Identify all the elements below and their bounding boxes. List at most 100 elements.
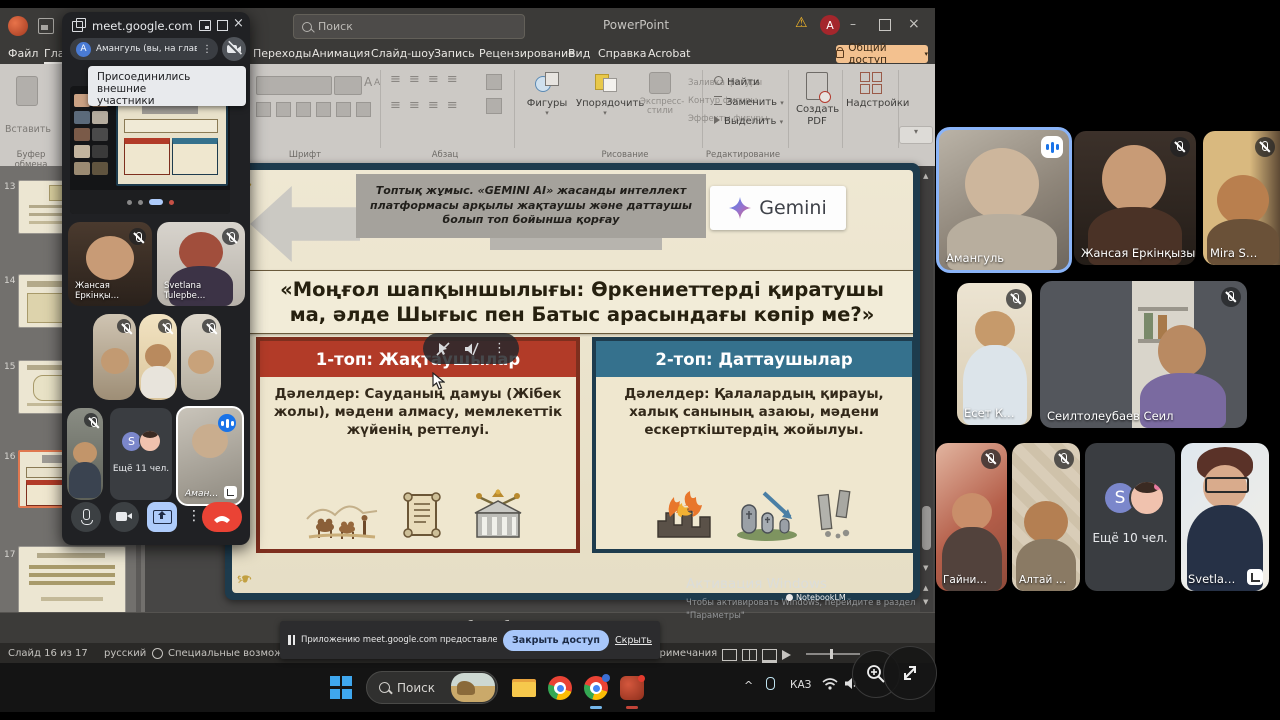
participant-tile[interactable]: Svetla… xyxy=(1181,443,1269,591)
participant-tile[interactable] xyxy=(181,314,221,400)
slide-title: «Моңғол шапқыншылығы: Өркениеттерді қира… xyxy=(249,277,913,328)
mouse-cursor xyxy=(432,372,445,390)
scroll-down-icon[interactable]: ▼ xyxy=(923,564,928,572)
select-button[interactable]: Выделить ▾ xyxy=(714,116,783,127)
chrome-icon[interactable] xyxy=(548,676,572,700)
expand-window-icon[interactable] xyxy=(217,20,228,31)
find-button[interactable]: Найти xyxy=(714,76,759,88)
participant-tile[interactable] xyxy=(67,408,103,500)
pause-share-icon[interactable] xyxy=(288,635,295,645)
addins-button[interactable]: Надстройки xyxy=(846,72,896,109)
start-button[interactable] xyxy=(330,676,354,700)
participant-tile[interactable]: Есет К… xyxy=(957,283,1032,425)
list-icons[interactable]: ≡≡≡≡ xyxy=(390,72,458,87)
grow-font-icon[interactable]: А xyxy=(364,75,372,89)
tab-record[interactable]: Запись xyxy=(434,47,475,60)
account-avatar[interactable]: А xyxy=(820,15,840,35)
ppt-search-box[interactable]: Поиск xyxy=(293,14,525,39)
participant-tile[interactable] xyxy=(93,314,136,400)
reading-view-icon[interactable] xyxy=(762,649,777,663)
close-button[interactable]: × xyxy=(908,16,920,32)
pip-expand-icon[interactable] xyxy=(224,486,237,499)
tray-chevron-up-icon[interactable]: ^ xyxy=(744,679,753,692)
normal-view-icon[interactable] xyxy=(722,649,737,661)
participant-tile[interactable] xyxy=(139,314,177,400)
keyboard-layout[interactable]: КАЗ xyxy=(790,679,811,691)
shrink-font-icon[interactable]: А xyxy=(374,78,380,88)
chrome-profile-icon[interactable] xyxy=(584,676,608,700)
replace-button[interactable]: Заменить ▾ xyxy=(714,96,784,108)
audio-off-icon[interactable] xyxy=(464,342,479,356)
overflow-participants-tile[interactable]: S Ещё 10 чел. xyxy=(1085,443,1175,591)
tab-review[interactable]: Рецензирование xyxy=(479,47,575,60)
shapes-button[interactable]: Фигуры ▾ xyxy=(524,72,570,117)
hangup-button[interactable] xyxy=(202,502,242,532)
save-icon[interactable] xyxy=(38,18,54,34)
participant-tile[interactable]: Svetlana Tulepbe… xyxy=(157,222,245,306)
create-pdf-button[interactable]: СоздатьPDF xyxy=(796,72,838,127)
tab-animations[interactable]: Анимация xyxy=(312,47,370,60)
warning-icon[interactable]: ⚠ xyxy=(795,15,808,31)
tab-acrobat[interactable]: Acrobat xyxy=(648,47,690,60)
hide-banner-link[interactable]: Скрыть xyxy=(615,635,652,646)
align-icons[interactable]: ≡≡≡≡ xyxy=(390,98,458,113)
tab-transitions[interactable]: Переходы xyxy=(253,47,311,60)
tab-view[interactable]: Вид xyxy=(568,47,590,60)
scroll-up-icon[interactable]: ▲ xyxy=(923,172,928,180)
arrange-button[interactable]: Упорядочить ▾ xyxy=(576,72,634,117)
maximize-button[interactable] xyxy=(879,19,891,31)
more-options-icon[interactable]: ⋮ xyxy=(493,341,506,356)
font-size-box[interactable] xyxy=(334,76,362,95)
participant-tile[interactable]: Жансая Еркінқы… xyxy=(68,222,152,306)
self-participant-pill[interactable]: А Амангуль (вы, на главном… ⋮ xyxy=(70,38,218,60)
camera-off-button[interactable] xyxy=(222,37,246,61)
pointer-off-icon[interactable] xyxy=(436,342,450,356)
fullscreen-overlay-button[interactable] xyxy=(883,646,937,700)
slide-thumbnail-17[interactable] xyxy=(18,546,126,614)
next-slide-icon[interactable]: ▼ xyxy=(923,598,928,606)
file-explorer-icon[interactable] xyxy=(512,676,536,700)
ribbon-collapse-button[interactable]: ▾ xyxy=(899,126,933,144)
scrollbar-thumb[interactable] xyxy=(922,506,931,550)
tab-file[interactable]: Файл xyxy=(8,47,38,60)
share-button[interactable]: Общий доступ ▾ xyxy=(836,45,928,63)
mic-button[interactable] xyxy=(71,502,101,532)
tab-help[interactable]: Справка xyxy=(598,47,646,60)
font-style-icons[interactable] xyxy=(256,102,371,117)
camera-button[interactable] xyxy=(109,502,139,532)
paste-button[interactable] xyxy=(12,76,42,118)
close-window-icon[interactable]: × xyxy=(233,16,244,31)
pip-expand-icon[interactable] xyxy=(1247,569,1263,585)
minimize-button[interactable]: – xyxy=(850,17,856,31)
canvas-scrollbar[interactable]: ▲ ▼ ▲ ▼ xyxy=(920,166,933,620)
more-options-icon[interactable]: ⋮ xyxy=(187,508,201,524)
participant-tile[interactable]: Жансая Еркінқызы xyxy=(1074,131,1196,265)
participant-name: Жансая Еркінқы… xyxy=(75,281,152,301)
participant-tile[interactable]: Амангуль xyxy=(936,127,1072,273)
text-direction-icon[interactable] xyxy=(486,74,502,90)
pip-mode-icon[interactable] xyxy=(199,20,211,31)
self-video-tile[interactable]: Аман… xyxy=(176,406,244,506)
powerpoint-taskbar-icon[interactable] xyxy=(620,676,644,700)
status-language[interactable]: русский xyxy=(104,648,146,659)
quick-styles-button[interactable]: Экспресс-стили xyxy=(640,72,680,117)
align-text-icon[interactable] xyxy=(486,98,502,114)
participant-tile[interactable]: Гайни… xyxy=(936,443,1007,591)
present-button[interactable] xyxy=(147,502,177,532)
slideshow-view-icon[interactable] xyxy=(782,650,791,660)
slide-sorter-view-icon[interactable] xyxy=(742,649,757,661)
zoom-slider[interactable] xyxy=(806,653,860,655)
taskbar-search-box[interactable]: Поиск xyxy=(366,671,498,704)
participant-tile[interactable]: Сеилтолеубаев Сеил xyxy=(1040,281,1247,428)
participant-tile[interactable]: Алтай … xyxy=(1012,443,1080,591)
tab-slideshow[interactable]: Слайд-шоу xyxy=(371,47,434,60)
more-vert-icon[interactable]: ⋮ xyxy=(202,44,212,55)
stop-sharing-button[interactable]: Закрыть доступ xyxy=(503,630,609,651)
tray-mic-icon[interactable] xyxy=(766,677,775,690)
font-name-box[interactable] xyxy=(256,76,332,95)
wifi-icon[interactable] xyxy=(822,677,838,690)
overflow-participants-tile[interactable]: S Ещё 11 чел. xyxy=(110,408,172,500)
previous-slide-icon[interactable]: ▲ xyxy=(923,584,928,592)
participant-tile[interactable]: Mira S… xyxy=(1203,131,1280,265)
status-notes-button[interactable]: Примечания xyxy=(652,648,717,659)
